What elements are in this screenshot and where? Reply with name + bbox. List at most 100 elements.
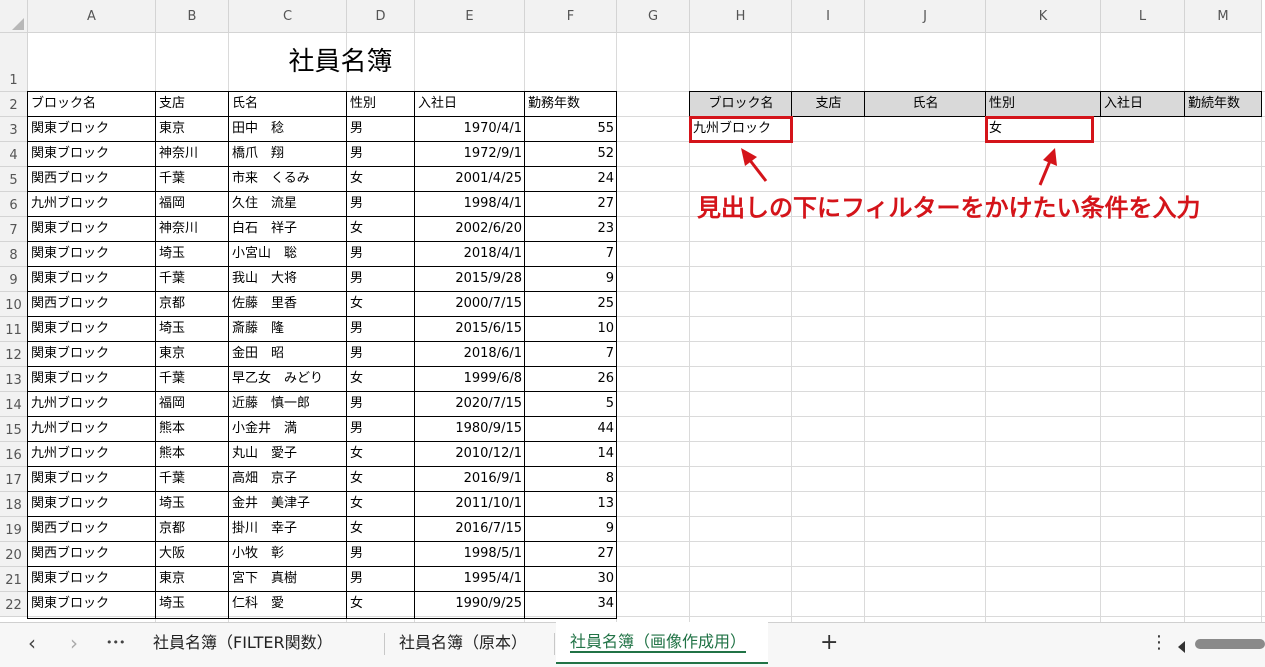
table-cell[interactable]: 関西ブロック (28, 542, 156, 567)
table-cell[interactable]: 熊本 (156, 442, 229, 467)
table-cell[interactable]: 関東ブロック (28, 317, 156, 342)
table-cell[interactable]: 熊本 (156, 417, 229, 442)
column-header[interactable]: D (347, 0, 415, 33)
table-cell[interactable]: 2015/9/28 (415, 267, 525, 292)
table-cell[interactable]: 関東ブロック (28, 467, 156, 492)
table-cell[interactable]: 東京 (156, 567, 229, 592)
table-cell[interactable]: 男 (347, 242, 415, 267)
table-cell[interactable]: 男 (347, 417, 415, 442)
table-cell[interactable]: 1999/6/8 (415, 367, 525, 392)
table-cell[interactable]: 7 (525, 242, 617, 267)
table-cell[interactable]: 女 (347, 167, 415, 192)
table-cell[interactable]: 2018/4/1 (415, 242, 525, 267)
table-cell[interactable]: 小宮山 聡 (229, 242, 347, 267)
table-cell[interactable]: 関東ブロック (28, 592, 156, 617)
table-cell[interactable]: 13 (525, 492, 617, 517)
column-header[interactable]: L (1101, 0, 1185, 33)
table-cell[interactable]: 千葉 (156, 367, 229, 392)
table-cell[interactable]: 7 (525, 342, 617, 367)
table-cell[interactable]: 24 (525, 167, 617, 192)
sheet-tab-filter-function[interactable]: 社員名簿（FILTER関数） (153, 623, 333, 667)
column-header[interactable]: G (617, 0, 690, 33)
table-cell[interactable]: 9 (525, 267, 617, 292)
table-cell[interactable]: 23 (525, 217, 617, 242)
table-cell[interactable]: 白石 祥子 (229, 217, 347, 242)
sheet-options-icon[interactable]: ⋮ (1150, 623, 1168, 667)
table-cell[interactable]: 2016/9/1 (415, 467, 525, 492)
table-cell[interactable]: 神奈川 (156, 142, 229, 167)
table-cell[interactable]: 千葉 (156, 267, 229, 292)
table-cell[interactable]: 2016/7/15 (415, 517, 525, 542)
table-cell[interactable]: 京都 (156, 517, 229, 542)
table-cell[interactable]: 9 (525, 517, 617, 542)
criteria-header-cell[interactable]: 勤続年数 (1185, 92, 1262, 117)
row-header[interactable]: 13 (0, 367, 28, 392)
row-header[interactable]: 20 (0, 542, 28, 567)
table-cell[interactable]: 関東ブロック (28, 117, 156, 142)
table-cell[interactable]: 関東ブロック (28, 367, 156, 392)
horizontal-scrollbar[interactable] (1195, 639, 1265, 649)
table-cell[interactable]: 1970/4/1 (415, 117, 525, 142)
table-cell[interactable]: 1980/9/15 (415, 417, 525, 442)
row-header[interactable]: 10 (0, 292, 28, 317)
table-cell[interactable]: 男 (347, 142, 415, 167)
row-header[interactable]: 22 (0, 592, 28, 617)
column-header[interactable]: E (415, 0, 525, 33)
row-header[interactable]: 11 (0, 317, 28, 342)
table-cell[interactable]: 東京 (156, 117, 229, 142)
row-header[interactable]: 21 (0, 567, 28, 592)
row-header[interactable]: 3 (0, 117, 28, 142)
table-cell[interactable]: 55 (525, 117, 617, 142)
table-cell[interactable]: 1972/9/1 (415, 142, 525, 167)
table-cell[interactable]: 1995/4/1 (415, 567, 525, 592)
table-cell[interactable]: 2000/7/15 (415, 292, 525, 317)
column-header[interactable]: B (156, 0, 229, 33)
table-cell[interactable]: 金田 昭 (229, 342, 347, 367)
table-cell[interactable]: 男 (347, 542, 415, 567)
row-header[interactable]: 18 (0, 492, 28, 517)
table-cell[interactable]: 男 (347, 267, 415, 292)
table-cell[interactable]: 女 (347, 492, 415, 517)
criteria-value-cell[interactable] (1101, 117, 1185, 142)
table-cell[interactable]: 京都 (156, 292, 229, 317)
table-cell[interactable]: 25 (525, 292, 617, 317)
next-sheet-button[interactable]: › (70, 623, 78, 667)
table-cell[interactable]: 九州ブロック (28, 442, 156, 467)
table-cell[interactable]: 2020/7/15 (415, 392, 525, 417)
table-cell[interactable]: 関西ブロック (28, 517, 156, 542)
column-header[interactable]: F (525, 0, 617, 33)
table-cell[interactable]: 27 (525, 542, 617, 567)
row-header[interactable]: 5 (0, 167, 28, 192)
table-cell[interactable]: 関東ブロック (28, 492, 156, 517)
table-cell[interactable]: 2018/6/1 (415, 342, 525, 367)
row-header[interactable]: 19 (0, 517, 28, 542)
table-cell[interactable]: 関東ブロック (28, 342, 156, 367)
row-header[interactable]: 2 (0, 92, 28, 117)
table-cell[interactable]: 男 (347, 117, 415, 142)
table-cell[interactable]: 早乙女 みどり (229, 367, 347, 392)
sheet-tab-image-creation[interactable]: 社員名簿（画像作成用） (556, 622, 768, 664)
table-cell[interactable]: 橋爪 翔 (229, 142, 347, 167)
table-cell[interactable]: 九州ブロック (28, 192, 156, 217)
table-cell[interactable]: 関東ブロック (28, 142, 156, 167)
row-header[interactable]: 6 (0, 192, 28, 217)
row-header[interactable]: 4 (0, 142, 28, 167)
table-cell[interactable]: 小牧 彰 (229, 542, 347, 567)
table-cell[interactable]: 10 (525, 317, 617, 342)
table-header-cell[interactable]: 支店 (156, 92, 229, 117)
sheet-tab-original[interactable]: 社員名簿（原本） (399, 623, 527, 667)
table-cell[interactable]: 27 (525, 192, 617, 217)
column-header[interactable]: K (986, 0, 1101, 33)
column-header[interactable]: A (28, 0, 156, 33)
table-cell[interactable]: 男 (347, 317, 415, 342)
row-header[interactable]: 9 (0, 267, 28, 292)
table-cell[interactable]: 福岡 (156, 192, 229, 217)
table-cell[interactable]: 久住 流星 (229, 192, 347, 217)
table-cell[interactable]: 埼玉 (156, 592, 229, 617)
table-cell[interactable]: 掛川 幸子 (229, 517, 347, 542)
column-header[interactable]: C (229, 0, 347, 33)
table-cell[interactable]: 関東ブロック (28, 567, 156, 592)
table-cell[interactable]: 1998/5/1 (415, 542, 525, 567)
sheet-title[interactable]: 社員名簿 (156, 33, 525, 92)
table-cell[interactable]: 関西ブロック (28, 167, 156, 192)
